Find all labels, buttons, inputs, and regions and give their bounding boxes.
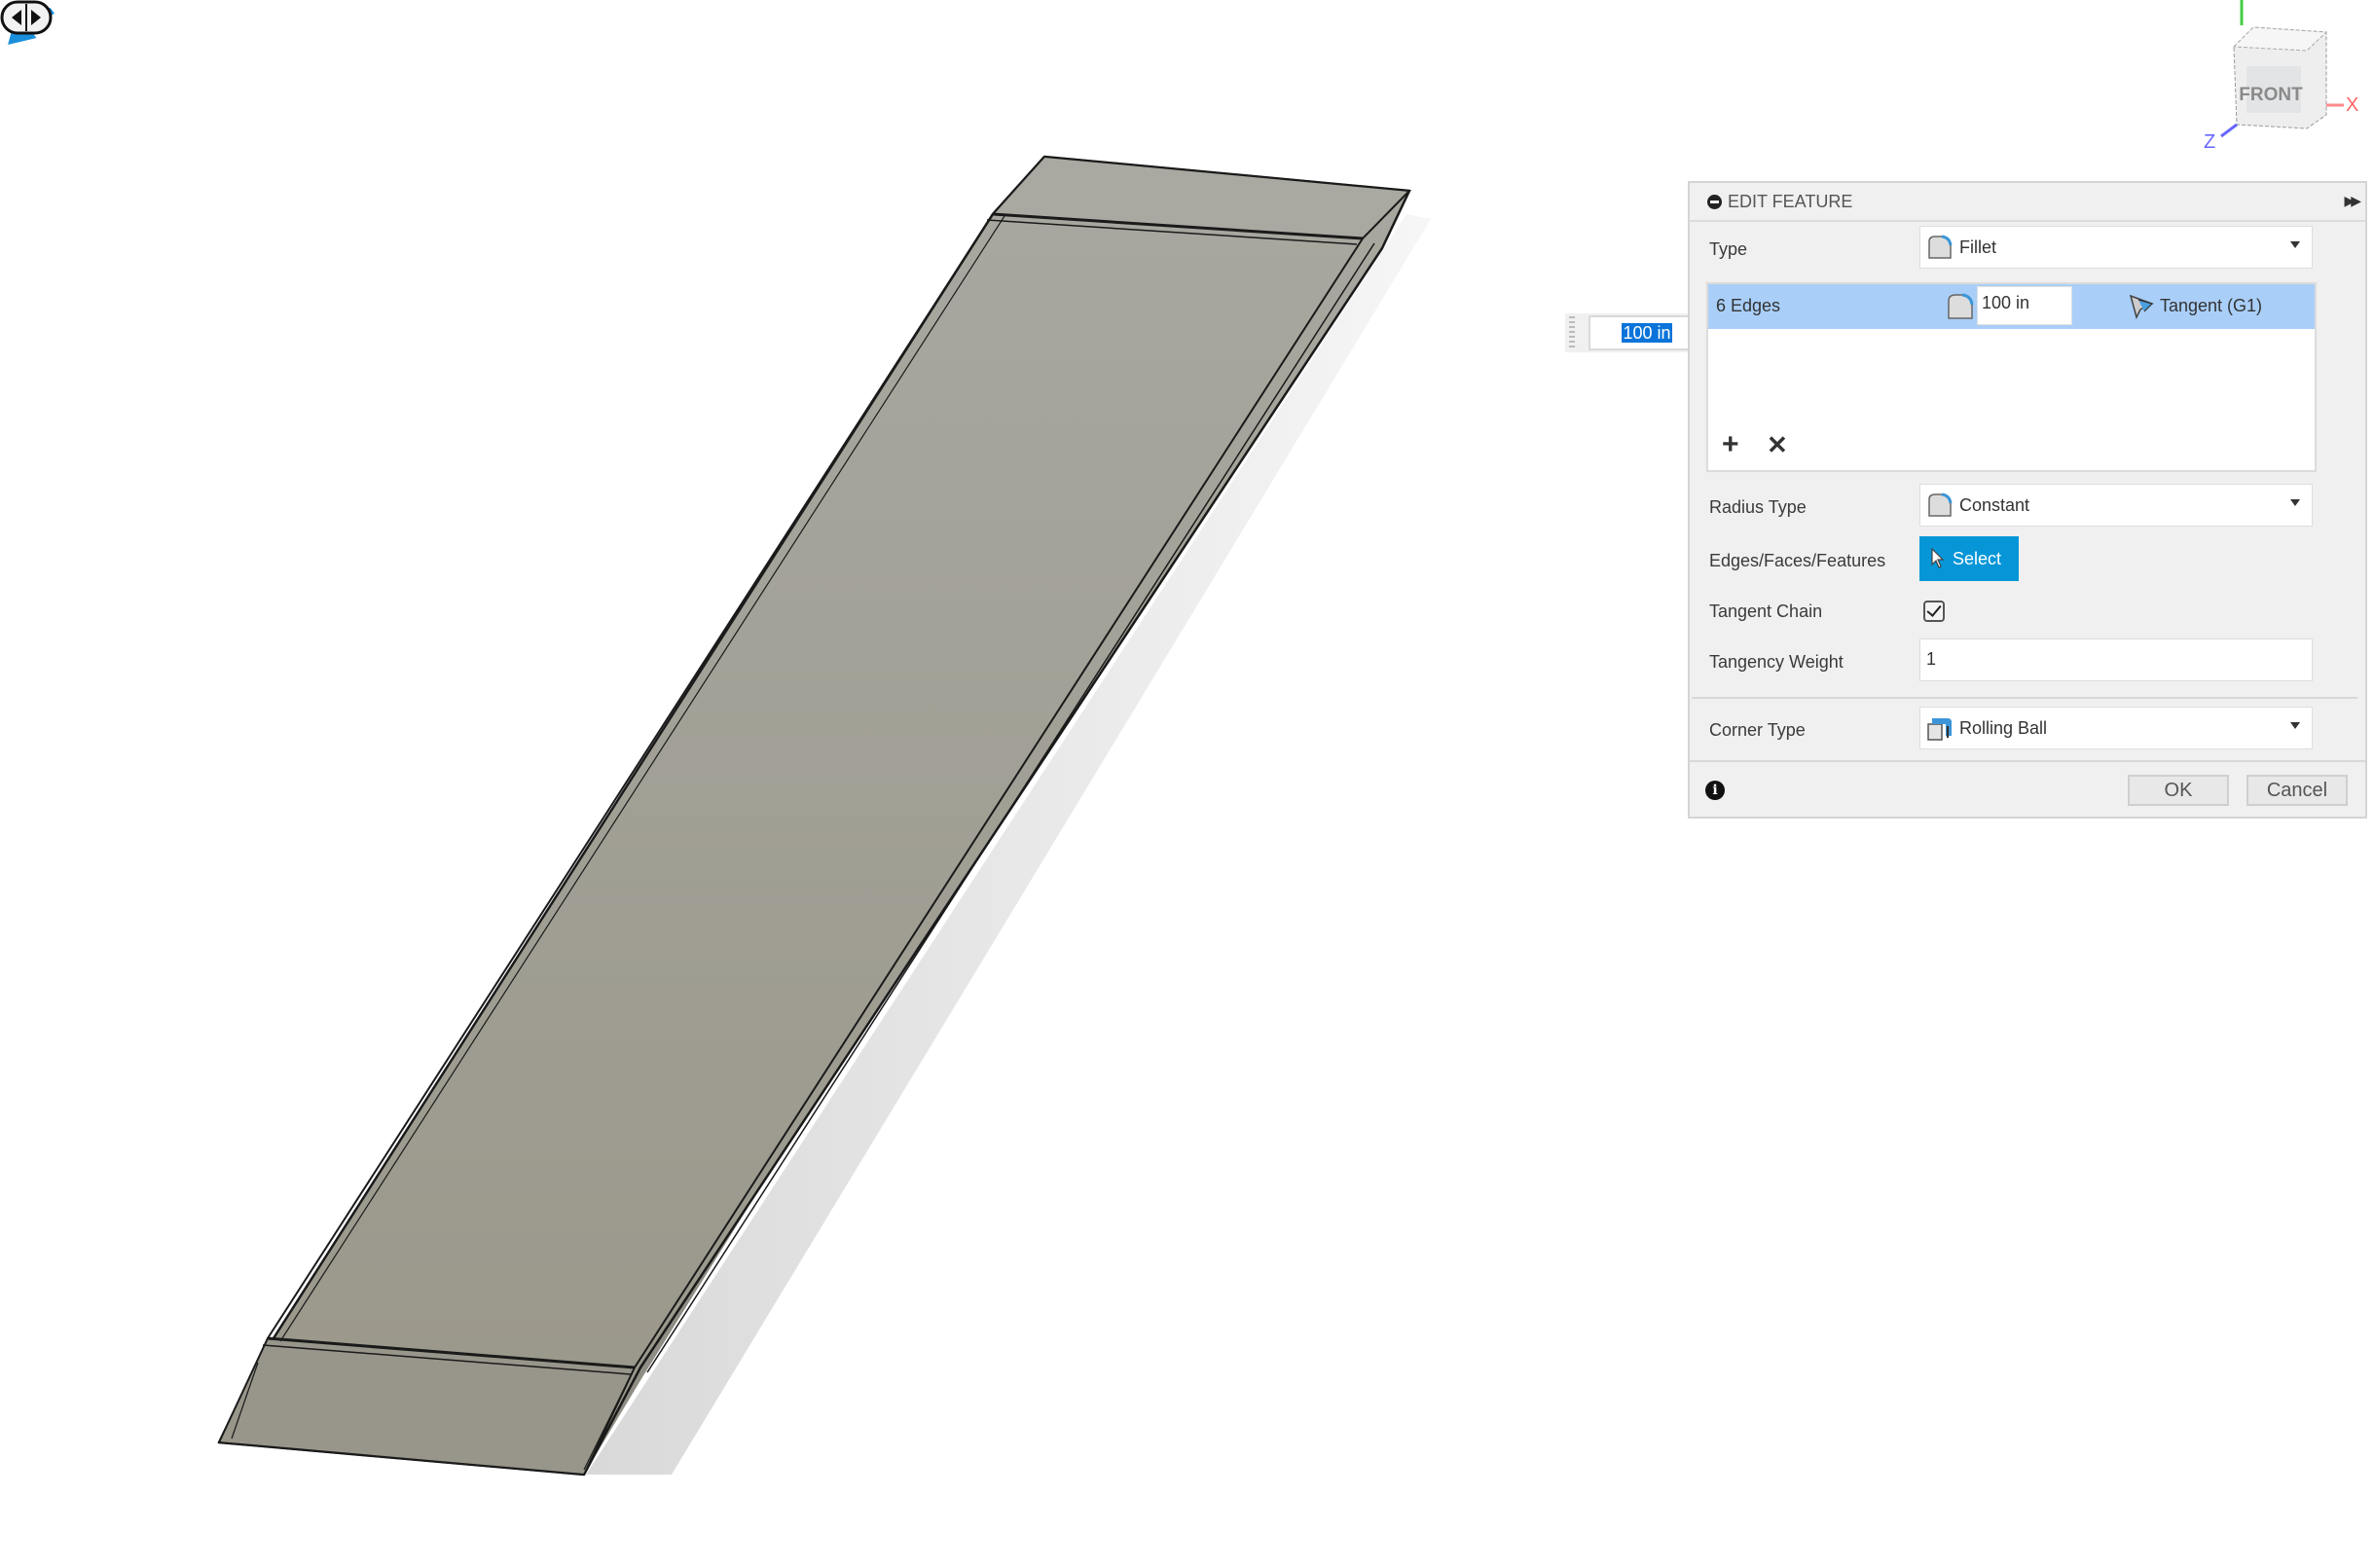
x-axis-label: X (2346, 94, 2358, 116)
tangent-chain-checkbox[interactable] (1923, 601, 1945, 622)
radius-type-row: Radius Type Constant (1690, 484, 2365, 530)
add-edge-set-button[interactable]: + (1722, 430, 1739, 459)
ok-button[interactable]: OK (2128, 775, 2229, 806)
tangency-weight-input[interactable]: 1 (1919, 638, 2313, 681)
select-button-label: Select (1953, 548, 2002, 568)
cursor-arrow-icon (1931, 548, 1945, 568)
type-value: Fillet (1959, 237, 1997, 257)
z-axis-label: Z (2204, 131, 2215, 153)
edge-set-continuity[interactable]: Tangent (G1) (2160, 296, 2262, 316)
divider (1690, 760, 2365, 762)
tangent-chain-label: Tangent Chain (1709, 602, 1823, 621)
remove-edge-set-button[interactable]: ✕ (1767, 431, 1788, 458)
expand-panel-icon[interactable]: ▶▶ (2344, 193, 2360, 209)
tangency-weight-row: Tangency Weight 1 (1690, 638, 2365, 685)
z-axis (2220, 123, 2238, 138)
radius-type-dropdown[interactable]: Constant (1919, 484, 2313, 527)
constant-radius-icon (1928, 492, 1953, 517)
chevron-down-icon (2290, 722, 2300, 729)
selection-label: Edges/Faces/Features (1709, 551, 1886, 570)
flip-direction-handle-icon[interactable] (0, 0, 53, 35)
edge-set-list[interactable]: 6 Edges 100 in Tangent (G1) + ✕ (1706, 282, 2317, 472)
radius-icon (1948, 293, 1974, 319)
drag-grip-icon[interactable] (1569, 316, 1575, 349)
collapse-icon[interactable] (1707, 194, 1722, 209)
type-row: Type Fillet (1690, 226, 2365, 273)
type-dropdown[interactable]: Fillet (1919, 226, 2313, 269)
edge-set-radius-input[interactable]: 100 in (1977, 286, 2072, 325)
corner-type-row: Corner Type Rolling Ball (1690, 707, 2365, 753)
corner-type-dropdown[interactable]: Rolling Ball (1919, 707, 2313, 749)
edge-set-name: 6 Edges (1716, 296, 1781, 315)
edge-set-row[interactable]: 6 Edges 100 in Tangent (G1) (1708, 284, 2315, 329)
tangent-continuity-icon (2129, 294, 2154, 320)
dialog-header: EDIT FEATURE ▶▶ (1690, 183, 2365, 222)
corner-type-value: Rolling Ball (1959, 717, 2048, 738)
chevron-down-icon (2290, 241, 2300, 248)
tangent-chain-row: Tangent Chain (1690, 590, 2365, 633)
corner-type-label: Corner Type (1709, 720, 1806, 740)
info-icon[interactable]: i (1705, 781, 1725, 800)
chevron-down-icon (2290, 499, 2300, 506)
view-cube[interactable]: FRONT X Z (2190, 0, 2374, 156)
selection-row: Edges/Faces/Features Select (1690, 536, 2365, 585)
viewcube-face-front[interactable]: FRONT (2239, 85, 2303, 105)
select-button[interactable]: Select (1919, 536, 2019, 581)
model-top-face[interactable] (217, 155, 1411, 1477)
fillet-icon (1928, 235, 1953, 259)
radius-type-label: Radius Type (1709, 497, 1807, 517)
dialog-title: EDIT FEATURE (1728, 191, 1853, 211)
radius-type-value: Constant (1959, 494, 2030, 515)
rolling-ball-icon (1927, 718, 1952, 741)
type-label: Type (1709, 239, 1748, 259)
edit-feature-dialog: EDIT FEATURE ▶▶ Type Fillet 6 Edges 100 … (1688, 181, 2367, 819)
cancel-button[interactable]: Cancel (2246, 775, 2348, 806)
radius-value-text: 100 in (1622, 323, 1672, 343)
tangency-weight-label: Tangency Weight (1709, 652, 1844, 672)
divider (1692, 697, 2357, 699)
